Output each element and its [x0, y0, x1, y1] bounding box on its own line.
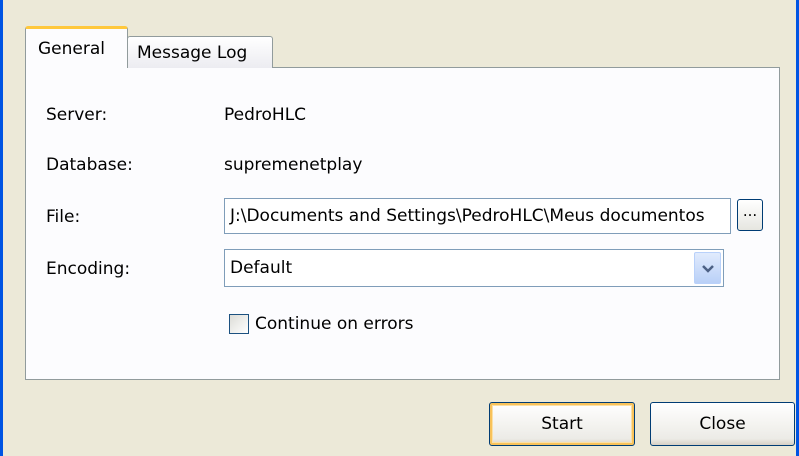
- tab-general[interactable]: General: [25, 26, 128, 68]
- window-frame-left: [0, 0, 3, 456]
- encoding-label: Encoding:: [46, 259, 131, 279]
- file-path-value: J:\Documents and Settings\PedroHLC\Meus …: [230, 206, 705, 226]
- tab-message-log[interactable]: Message Log: [127, 36, 273, 68]
- start-button[interactable]: Start: [489, 402, 635, 446]
- close-button-label: Close: [699, 414, 746, 434]
- tab-general-label: General: [38, 39, 105, 59]
- close-button[interactable]: Close: [650, 402, 795, 446]
- encoding-dropdown-button[interactable]: [694, 252, 721, 284]
- database-label: Database:: [46, 155, 133, 175]
- server-value: PedroHLC: [224, 105, 307, 125]
- file-label: File:: [46, 207, 81, 227]
- continue-on-errors-checkbox[interactable]: [229, 314, 249, 334]
- database-value: supremenetplay: [224, 155, 363, 175]
- chevron-down-icon: [702, 265, 714, 273]
- start-button-label: Start: [541, 414, 583, 434]
- browse-file-button[interactable]: ...: [737, 199, 763, 231]
- tab-message-log-label: Message Log: [137, 43, 248, 63]
- encoding-selected-value: Default: [230, 258, 293, 278]
- file-path-input[interactable]: J:\Documents and Settings\PedroHLC\Meus …: [224, 198, 731, 234]
- server-label: Server:: [46, 105, 108, 125]
- continue-on-errors-label[interactable]: Continue on errors: [255, 314, 413, 334]
- browse-button-label: ...: [742, 202, 758, 220]
- encoding-select[interactable]: Default: [224, 249, 724, 287]
